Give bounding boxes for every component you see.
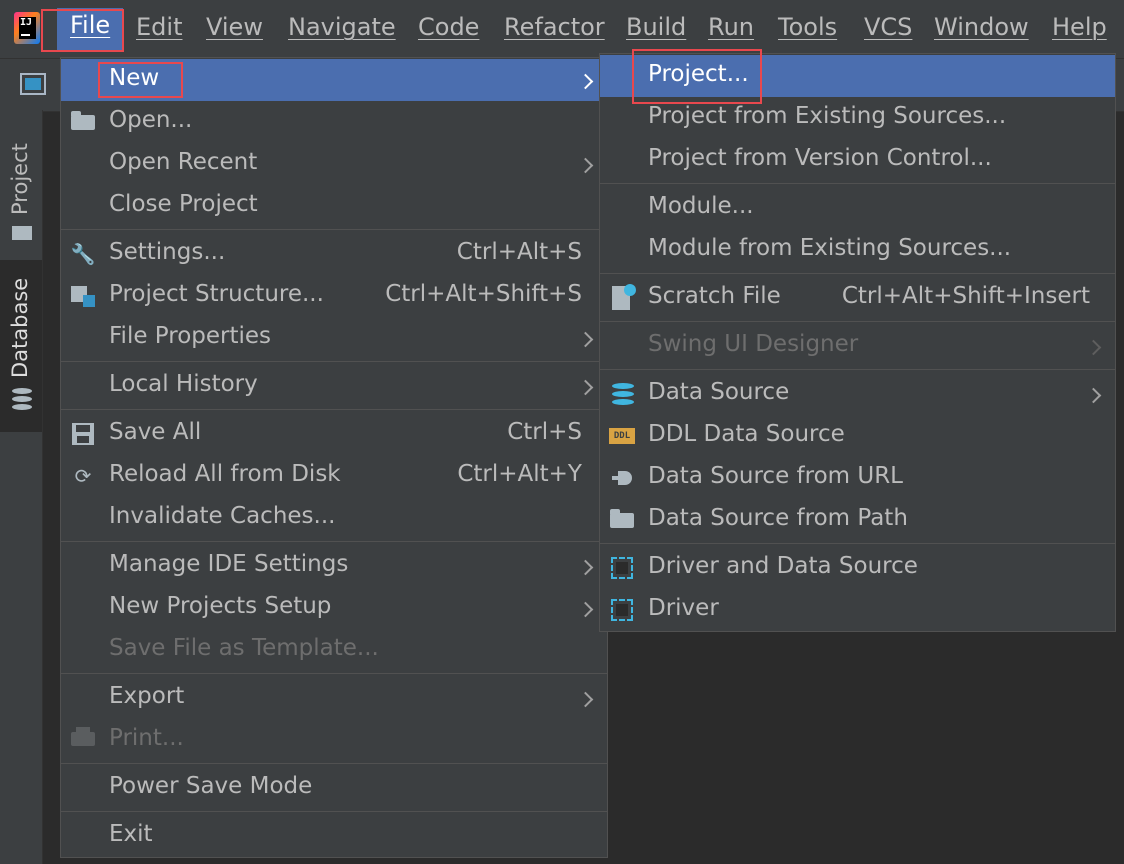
menu-separator [61,541,607,542]
menu-code[interactable]: Code [418,13,479,41]
chevron-right-icon [577,73,594,90]
tab-project[interactable]: Project [0,120,42,250]
menu-item-open[interactable]: Open... [61,101,607,143]
menu-view[interactable]: View [206,13,263,41]
intellij-logo-icon: IJ [14,12,40,44]
menu-item-project-structure[interactable]: Project Structure... Ctrl+Alt+Shift+S [61,275,607,317]
submenu-item-driver-and-data-source[interactable]: Driver and Data Source [600,547,1115,589]
chevron-right-icon [577,379,594,396]
submenu-item-swing-ui-designer: Swing UI Designer [600,325,1115,367]
menu-item-exit[interactable]: Exit [61,815,607,857]
driver-icon [608,556,636,580]
menu-navigate[interactable]: Navigate [288,13,396,41]
menu-separator [61,229,607,230]
submenu-item-project-from-version-control[interactable]: Project from Version Control... [600,139,1115,181]
menu-separator [600,369,1115,370]
menu-help[interactable]: Help [1052,13,1107,41]
menu-item-save-all[interactable]: Save All Ctrl+S [61,413,607,455]
menu-item-print: Print... [61,719,607,761]
menu-item-local-history[interactable]: Local History [61,365,607,407]
menu-window[interactable]: Window [934,13,1029,41]
menu-separator [600,543,1115,544]
submenu-item-scratch-file[interactable]: Scratch File Ctrl+Alt+Shift+Insert [600,277,1115,319]
menu-edit[interactable]: Edit [136,13,182,41]
chevron-right-icon [577,331,594,348]
menu-tools[interactable]: Tools [778,13,837,41]
chevron-right-icon [1085,339,1102,356]
save-icon [69,422,97,446]
menu-item-open-recent[interactable]: Open Recent [61,143,607,185]
menu-separator [600,183,1115,184]
submenu-item-data-source-from-url[interactable]: Data Source from URL [600,457,1115,499]
submenu-item-driver[interactable]: Driver [600,589,1115,631]
chevron-right-icon [577,559,594,576]
scratch-file-icon [608,284,636,310]
chevron-right-icon [1085,387,1102,404]
menu-refactor[interactable]: Refactor [504,13,605,41]
menu-separator [61,673,607,674]
chevron-right-icon [577,691,594,708]
submenu-item-data-source-from-path[interactable]: Data Source from Path [600,499,1115,541]
menu-item-export[interactable]: Export [61,677,607,719]
menu-separator [600,273,1115,274]
folder-icon [608,508,636,532]
chevron-right-icon [577,157,594,174]
submenu-item-module[interactable]: Module... [600,187,1115,229]
ddl-icon: DDL [608,424,636,448]
tool-window-stripe: Project Database [0,110,43,864]
submenu-item-module-from-existing-sources[interactable]: Module from Existing Sources... [600,229,1115,271]
menu-item-close-project[interactable]: Close Project [61,185,607,227]
database-icon [608,382,636,406]
new-submenu: Project... Project from Existing Sources… [599,53,1116,632]
menu-separator [61,811,607,812]
annotation-box-new [98,62,183,98]
tab-database[interactable]: Database [0,260,42,432]
submenu-item-ddl-data-source[interactable]: DDL DDL Data Source [600,415,1115,457]
project-structure-icon [69,284,97,308]
annotation-box-file [41,9,124,52]
menu-run[interactable]: Run [708,13,754,41]
submenu-item-data-source[interactable]: Data Source [600,373,1115,415]
driver-icon [608,598,636,622]
annotation-box-project [632,49,762,104]
folder-icon [69,110,97,134]
menu-item-invalidate-caches[interactable]: Invalidate Caches... [61,497,607,539]
tab-database-label: Database [8,277,32,378]
menu-item-power-save-mode[interactable]: Power Save Mode [61,767,607,809]
main-menubar: IJ File Edit View Navigate Code Refactor… [0,0,1124,58]
menu-item-new-projects-setup[interactable]: New Projects Setup [61,587,607,629]
menu-item-file-properties[interactable]: File Properties [61,317,607,359]
folder-icon [12,226,32,240]
print-icon [69,727,97,752]
reload-icon: ⟳ [74,464,92,488]
menu-vcs[interactable]: VCS [864,13,912,41]
menu-item-manage-ide-settings[interactable]: Manage IDE Settings [61,545,607,587]
tab-project-label: Project [8,143,32,215]
menu-item-settings[interactable]: 🔧 Settings... Ctrl+Alt+S [61,233,607,275]
menu-separator [61,409,607,410]
menu-item-reload-all[interactable]: ⟳ Reload All from Disk Ctrl+Alt+Y [61,455,607,497]
menu-separator [61,763,607,764]
wrench-icon: 🔧 [70,242,96,266]
plug-icon [608,466,636,490]
menu-item-save-file-as-template: Save File as Template... [109,635,379,661]
database-icon [12,388,32,410]
chevron-right-icon [577,601,594,618]
file-menu: New Open... Open Recent Close Project 🔧 … [60,57,608,858]
window-icon[interactable] [20,73,46,95]
menu-build[interactable]: Build [626,13,686,41]
menu-separator [600,321,1115,322]
menu-separator [61,361,607,362]
